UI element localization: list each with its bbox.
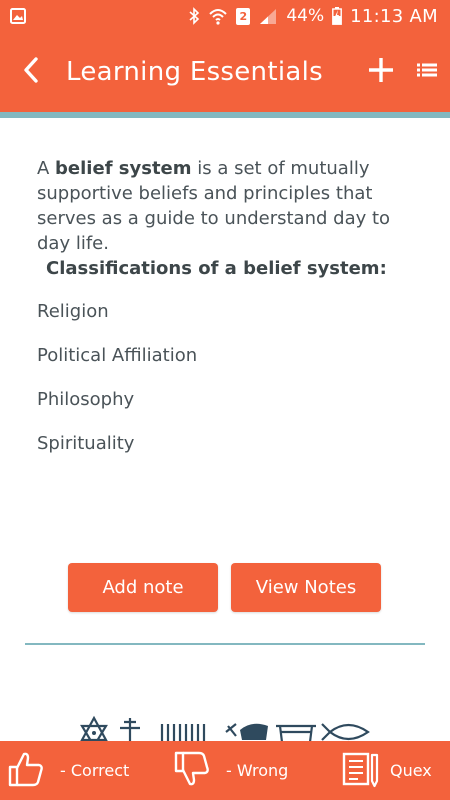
notebook-pencil-icon [340,749,380,793]
classifications-heading: Classifications of a belief system: [46,258,387,279]
religious-symbols-banner [80,714,380,749]
page-title: Learning Essentials [66,57,323,87]
plus-icon [368,57,394,86]
battery-icon [332,7,343,25]
battery-percent: 44% [286,6,325,26]
list-item: Philosophy [37,389,135,410]
sim-icon: 2 [236,7,251,25]
status-right: 2 44% 11:13 AM [188,6,438,27]
correct-label: - Correct [60,761,130,780]
wrong-label: - Wrong [226,761,289,780]
bluetooth-icon [188,7,200,25]
divider [25,643,425,645]
intro-term: belief system [55,158,192,179]
list-item: Religion [37,301,109,322]
thumbs-down-icon [172,749,212,793]
correct-button[interactable]: - Correct [6,741,129,800]
signal-icon [258,7,278,25]
wifi-icon [208,7,228,25]
back-arrow-icon [22,57,40,87]
add-button[interactable] [358,32,404,112]
add-note-button[interactable]: Add note [68,563,218,612]
classifications-list: Religion Political Affiliation Philosoph… [37,299,397,475]
wrong-button[interactable]: - Wrong [172,741,288,800]
menu-list-button[interactable] [404,32,450,112]
app-bar: Learning Essentials [0,32,450,112]
status-time: 11:13 AM [350,5,438,27]
list-icon [417,62,437,82]
quex-button[interactable]: Quex [340,741,432,800]
intro-paragraph: A belief system is a set of mutually sup… [37,156,397,256]
bottom-bar: - Correct - Wrong Quex [0,741,450,800]
view-notes-button[interactable]: View Notes [231,563,381,612]
thumbs-up-icon [6,749,46,793]
image-icon [10,8,26,24]
list-item: Spirituality [37,433,135,454]
back-button[interactable] [0,32,62,112]
accent-strip [0,112,450,118]
status-left [10,8,26,24]
status-bar: 2 44% 11:13 AM [0,0,450,32]
intro-prefix: A [37,158,56,179]
lesson-content: A belief system is a set of mutually sup… [37,156,397,475]
quex-label: Quex [390,761,432,780]
list-item: Political Affiliation [37,345,198,366]
